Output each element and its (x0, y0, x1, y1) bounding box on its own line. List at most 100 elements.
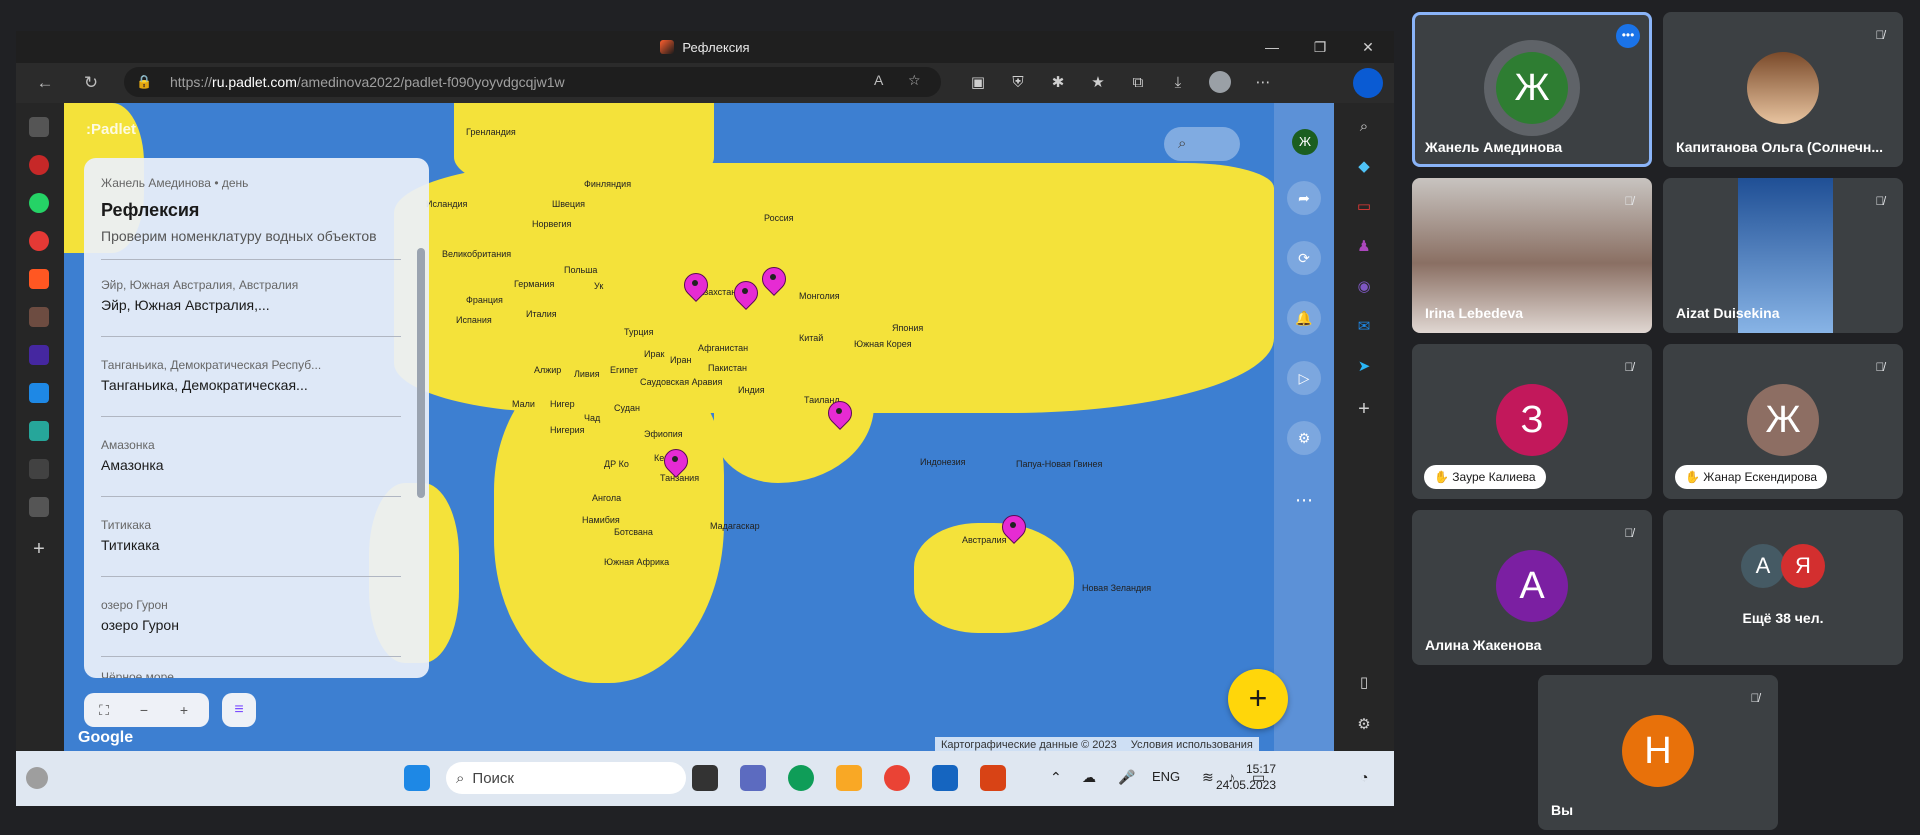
teams-icon[interactable] (740, 765, 766, 791)
add-post-button[interactable]: + (1228, 669, 1288, 729)
chrome-icon[interactable] (884, 765, 910, 791)
map-pin[interactable] (679, 268, 713, 307)
search-icon[interactable]: ⌕ (1354, 117, 1374, 137)
list-item[interactable]: Чёрное море (101, 670, 401, 678)
participant-tile[interactable]: Ж ••• Жанель Амединова (1412, 12, 1652, 167)
yandex-icon[interactable] (29, 155, 49, 175)
back-icon[interactable]: ← (32, 71, 58, 95)
microphone-icon[interactable]: 🎤 (1118, 769, 1135, 786)
record-icon[interactable] (29, 231, 49, 251)
tag-icon[interactable]: ◆ (1354, 157, 1374, 177)
downloads-icon[interactable]: ⤓ (1166, 72, 1190, 94)
participant-tile[interactable]: А 🎙̸ Алина Жакенова (1412, 510, 1652, 665)
add-icon[interactable]: + (1354, 399, 1374, 419)
list-item[interactable]: Амазонка Амазонка (101, 438, 401, 473)
favorites-icon[interactable]: ★ (1086, 72, 1110, 94)
map-label: Италия (526, 309, 557, 319)
tray-chevron-icon[interactable]: ⌃ (1050, 769, 1062, 786)
divider (101, 656, 401, 657)
list-toggle-icon[interactable]: ≡ (222, 693, 256, 727)
taskbar-search[interactable]: ⌕ Поиск (446, 762, 686, 794)
post-title: Амазонка (101, 457, 164, 473)
notification-icon[interactable]: ◔ (1360, 769, 1368, 785)
tab-icon[interactable] (29, 421, 49, 441)
powerpoint-icon[interactable] (980, 765, 1006, 791)
map-search-button[interactable]: ⌕ (1164, 127, 1240, 161)
store-icon[interactable] (932, 765, 958, 791)
participant-tile[interactable]: 🎙̸ Irina Lebedeva (1412, 178, 1652, 333)
maximize-icon[interactable]: ❐ (1310, 37, 1330, 57)
play-icon[interactable]: ▷ (1287, 361, 1321, 395)
puzzle-icon[interactable]: ✱ (1046, 72, 1070, 94)
games-icon[interactable]: ♟ (1354, 237, 1374, 257)
user-avatar[interactable]: Ж (1292, 129, 1318, 155)
outlook-icon[interactable]: ✉ (1354, 317, 1374, 337)
profile-icon[interactable] (1209, 71, 1231, 93)
list-item[interactable]: Танганьика, Демократическая Респуб... Та… (101, 358, 401, 393)
posts-panel: Жанель Амединова • день Рефлексия Провер… (84, 158, 429, 678)
collections-icon[interactable]: ⧉ (1126, 72, 1150, 94)
more-participants-tile[interactable]: А Я Ещё 38 чел. (1663, 510, 1903, 665)
padlet-logo[interactable]: :Padlet (86, 121, 136, 138)
tab-icon[interactable] (29, 307, 49, 327)
bing-copilot-icon[interactable] (1353, 68, 1383, 98)
document-icon[interactable] (29, 497, 49, 517)
map-pin[interactable] (823, 396, 857, 435)
list-item[interactable]: Эйр, Южная Австралия, Австралия Эйр, Южн… (101, 278, 401, 313)
more-menu-icon[interactable]: ⋯ (1251, 72, 1275, 94)
bell-icon[interactable]: 🔔 (1287, 301, 1321, 335)
map-pin[interactable] (729, 276, 763, 315)
tab-icon[interactable] (29, 383, 49, 403)
toolbox-icon[interactable]: ▭ (1354, 197, 1374, 217)
office-icon[interactable]: ◉ (1354, 277, 1374, 297)
padlet-tab-icon[interactable] (29, 269, 49, 289)
share-icon[interactable]: ➦ (1287, 181, 1321, 215)
settings-icon[interactable]: ⚙ (1354, 715, 1374, 735)
avatar: З (1496, 383, 1568, 456)
address-bar[interactable]: 🔒 https://ru.padlet.com/amedinova2022/pa… (124, 67, 941, 97)
post-location: Танганьика, Демократическая Респуб... (101, 358, 322, 372)
panel-scrollbar[interactable] (417, 248, 425, 498)
cloud-icon[interactable]: ☁ (1082, 769, 1096, 786)
post-meta: Жанель Амединова • день (101, 176, 249, 190)
sidebar-toggle-icon[interactable]: ▯ (1354, 673, 1374, 693)
minimize-icon[interactable]: — (1262, 37, 1282, 57)
taskbar-clock[interactable]: 15:17 24.05.2023 (1196, 761, 1276, 793)
mic-off-icon: 🎙̸ (1875, 194, 1885, 208)
extension-icon[interactable]: ▣ (966, 72, 990, 94)
more-options-icon[interactable]: ••• (1616, 24, 1640, 48)
edge-taskbar-icon[interactable] (788, 765, 814, 791)
list-item[interactable]: Титикака Титикака (101, 518, 401, 553)
task-view-icon[interactable] (692, 765, 718, 791)
more-icon[interactable]: ⋯ (1287, 483, 1321, 517)
map-pin[interactable] (757, 262, 791, 301)
participant-tile[interactable]: З 🎙̸ ✋ Зауре Калиева (1412, 344, 1652, 499)
whatsapp-icon[interactable] (29, 193, 49, 213)
read-aloud-icon[interactable]: A (874, 72, 883, 88)
remake-icon[interactable]: ⟳ (1287, 241, 1321, 275)
close-icon[interactable]: ✕ (1358, 37, 1378, 57)
tabs-icon[interactable] (29, 117, 49, 137)
fullscreen-icon[interactable]: ⛶ (94, 700, 114, 720)
widgets-icon[interactable] (26, 767, 48, 789)
shield-icon[interactable]: ⛨ (1006, 72, 1030, 94)
start-icon[interactable] (404, 765, 430, 791)
map-pin[interactable] (997, 510, 1031, 549)
language-indicator[interactable]: ENG (1152, 769, 1180, 784)
zoom-out-icon[interactable]: − (134, 700, 154, 720)
new-tab-icon[interactable]: + (29, 539, 49, 559)
participant-tile[interactable]: 🎙̸ Aizat Duisekina (1663, 178, 1903, 333)
map-pin[interactable] (659, 444, 693, 483)
refresh-icon[interactable]: ↻ (78, 71, 104, 95)
send-icon[interactable]: ➤ (1354, 357, 1374, 377)
list-item[interactable]: озеро Гурон озеро Гурон (101, 598, 401, 633)
participant-tile[interactable]: 🎙̸ Капитанова Ольга (Солнечн... (1663, 12, 1903, 167)
file-explorer-icon[interactable] (836, 765, 862, 791)
tab-icon[interactable] (29, 459, 49, 479)
self-tile[interactable]: Н 🎙̸ Вы (1538, 675, 1778, 830)
zoom-in-icon[interactable]: + (174, 700, 194, 720)
tab-icon[interactable] (29, 345, 49, 365)
settings-icon[interactable]: ⚙ (1287, 421, 1321, 455)
add-favorite-icon[interactable]: ☆ (908, 72, 921, 89)
participant-tile[interactable]: Ж 🎙̸ ✋ Жанар Ескендирова (1663, 344, 1903, 499)
